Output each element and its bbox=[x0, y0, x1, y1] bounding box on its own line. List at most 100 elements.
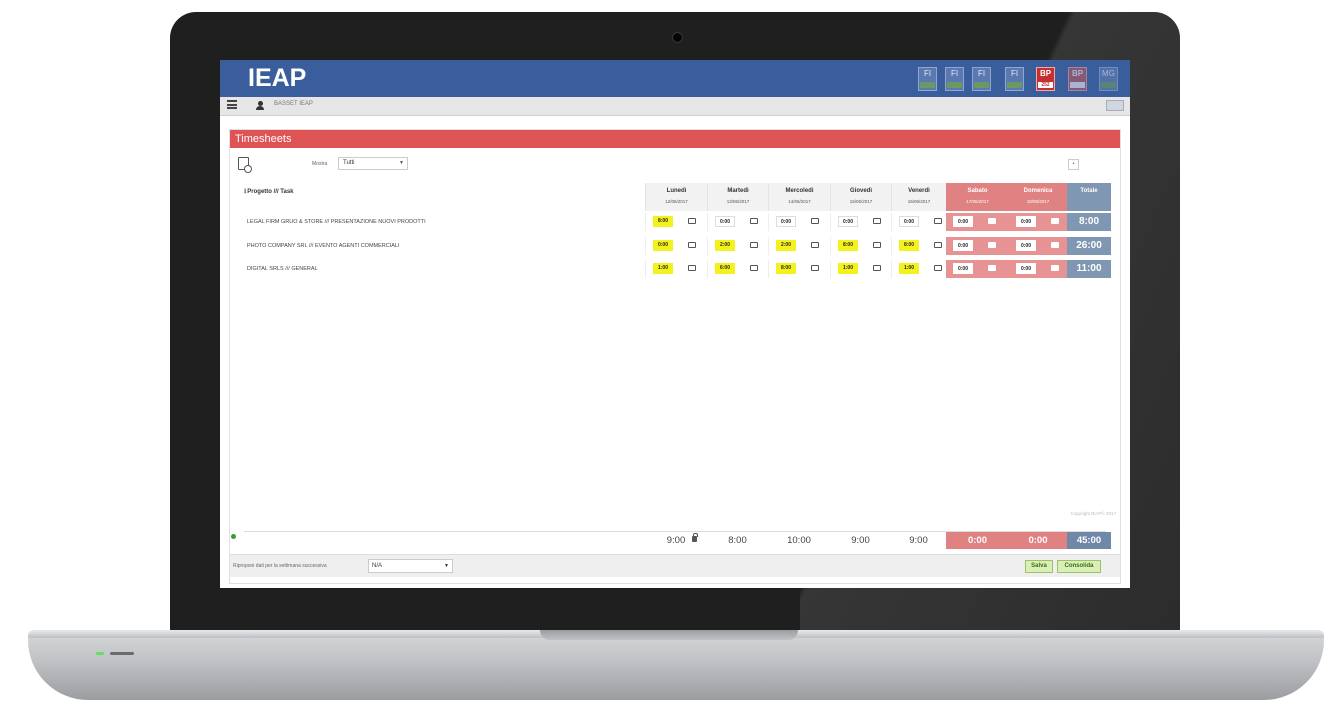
task-row-label: LEGAL FIRM GRUO & STORE /// PRESENTAZION… bbox=[247, 219, 426, 225]
module-label: FI bbox=[977, 69, 986, 78]
user-icon bbox=[256, 101, 264, 111]
grand-total: 45:00 bbox=[1067, 532, 1111, 549]
total-header: Totale bbox=[1067, 183, 1111, 211]
app-title: IEAP bbox=[248, 64, 307, 92]
hours-input[interactable]: 0:00 bbox=[1016, 263, 1036, 274]
day-name: Giovedì bbox=[849, 188, 872, 194]
comment-icon[interactable] bbox=[988, 265, 996, 271]
comment-icon[interactable] bbox=[934, 265, 942, 271]
comment-icon[interactable] bbox=[988, 218, 996, 224]
comment-icon[interactable] bbox=[1051, 265, 1059, 271]
report-icon[interactable] bbox=[238, 157, 252, 173]
module-bar bbox=[920, 82, 935, 88]
hours-input[interactable]: 0:00 bbox=[899, 216, 919, 227]
hours-input[interactable]: 1:00 bbox=[899, 263, 919, 274]
module-bar bbox=[1101, 82, 1116, 88]
comment-icon[interactable] bbox=[873, 218, 881, 224]
module-fi-icon[interactable]: FI bbox=[918, 67, 937, 91]
time-cell: 1:00 bbox=[891, 260, 946, 278]
day-header: Giovedì 15/06/2017 bbox=[830, 183, 891, 211]
time-cell: 0:00 bbox=[830, 213, 891, 231]
comment-icon[interactable] bbox=[688, 265, 696, 271]
filter-select[interactable]: Tutti ▼ bbox=[338, 157, 408, 170]
time-cell: 8:00 bbox=[891, 237, 946, 255]
hours-input[interactable]: 0:00 bbox=[953, 263, 973, 274]
comment-icon[interactable] bbox=[750, 242, 758, 248]
day-total: 10:00 bbox=[787, 535, 811, 546]
user-name[interactable]: BASSET IEAP bbox=[274, 101, 313, 107]
hours-input[interactable]: 8:00 bbox=[838, 240, 858, 251]
day-date: 15/06/2017 bbox=[849, 199, 873, 204]
day-date: 12/06/2017 bbox=[665, 199, 688, 204]
module-label: MG bbox=[1102, 69, 1115, 78]
time-cell: 2:00 bbox=[768, 237, 830, 255]
menu-icon[interactable] bbox=[227, 100, 237, 109]
hours-input[interactable]: 2:00 bbox=[776, 240, 796, 251]
comment-icon[interactable] bbox=[873, 265, 881, 271]
time-cell: 8:00 bbox=[830, 237, 891, 255]
hours-input[interactable]: 0:00 bbox=[653, 240, 673, 251]
hours-input[interactable]: 1:00 bbox=[653, 263, 673, 274]
module-fi-icon[interactable]: FI bbox=[972, 67, 991, 91]
status-led bbox=[110, 652, 134, 655]
time-cell: 0:00 bbox=[1009, 213, 1067, 231]
hours-input[interactable]: 0:00 bbox=[953, 216, 973, 227]
module-fi-icon[interactable]: FI bbox=[1005, 67, 1024, 91]
hours-input[interactable]: 0:00 bbox=[776, 216, 796, 227]
copy-week-label: Riproponi dati per la settimana successi… bbox=[233, 563, 327, 569]
comment-icon[interactable] bbox=[1051, 218, 1059, 224]
comment-icon[interactable] bbox=[688, 242, 696, 248]
time-cell: 1:00 bbox=[830, 260, 891, 278]
comment-icon[interactable] bbox=[873, 242, 881, 248]
hours-input[interactable]: 6:00 bbox=[715, 263, 735, 274]
hours-input[interactable]: 1:00 bbox=[838, 263, 858, 274]
hours-input[interactable]: 0:00 bbox=[1016, 216, 1036, 227]
time-cell: 0:00 bbox=[946, 213, 1009, 231]
module-fi-icon[interactable]: FI bbox=[945, 67, 964, 91]
comment-icon[interactable] bbox=[750, 218, 758, 224]
day-date: 18/06/2017 bbox=[1026, 199, 1050, 204]
comment-icon[interactable] bbox=[934, 218, 942, 224]
comment-icon[interactable] bbox=[988, 242, 996, 248]
module-bp-icon[interactable]: BP 252 bbox=[1036, 67, 1055, 91]
module-bp-icon[interactable]: BP bbox=[1068, 67, 1087, 91]
chevron-down-icon: ▼ bbox=[399, 160, 404, 166]
settings-button[interactable]: • bbox=[1068, 159, 1079, 170]
day-header: Lunedì 12/06/2017 bbox=[645, 183, 707, 211]
row-total: 8:00 bbox=[1067, 213, 1111, 231]
day-date: 14/06/2017 bbox=[788, 199, 811, 204]
comment-icon[interactable] bbox=[811, 242, 819, 248]
task-row-label: DIGITAL SRLS /// GENERAL bbox=[247, 266, 318, 272]
time-cell: 0:00 bbox=[645, 237, 707, 255]
hours-input[interactable]: 8:00 bbox=[899, 240, 919, 251]
time-cell: 8:00 bbox=[645, 213, 707, 231]
hours-input[interactable]: 0:00 bbox=[1016, 240, 1036, 251]
hours-input[interactable]: 0:00 bbox=[838, 216, 858, 227]
row-total: 26:00 bbox=[1067, 237, 1111, 255]
hours-input[interactable]: 2:00 bbox=[715, 240, 735, 251]
time-cell: 2:00 bbox=[707, 237, 768, 255]
panel-title: Timesheets bbox=[230, 130, 1120, 148]
hours-input[interactable]: 0:00 bbox=[953, 240, 973, 251]
comment-icon[interactable] bbox=[811, 265, 819, 271]
hours-input[interactable]: 8:00 bbox=[653, 216, 673, 227]
time-cell: 0:00 bbox=[1009, 260, 1067, 278]
comment-icon[interactable] bbox=[1051, 242, 1059, 248]
day-name: Martedì bbox=[727, 188, 749, 194]
toolbar-toggle-button[interactable] bbox=[1106, 100, 1124, 111]
copy-week-select[interactable]: N/A ▼ bbox=[368, 559, 453, 573]
day-date: 13/06/2017 bbox=[726, 199, 750, 204]
comment-icon[interactable] bbox=[811, 218, 819, 224]
day-header: Sabato 17/06/2017 bbox=[946, 183, 1009, 211]
save-button[interactable]: Salva bbox=[1025, 560, 1053, 573]
module-bar bbox=[947, 82, 962, 88]
hours-input[interactable]: 0:00 bbox=[715, 216, 735, 227]
consolidate-button[interactable]: Consolida bbox=[1057, 560, 1101, 573]
module-mg-icon[interactable]: MG bbox=[1099, 67, 1118, 91]
time-cell: 0:00 bbox=[946, 260, 1009, 278]
module-bar bbox=[974, 82, 989, 88]
hours-input[interactable]: 8:00 bbox=[776, 263, 796, 274]
comment-icon[interactable] bbox=[750, 265, 758, 271]
comment-icon[interactable] bbox=[688, 218, 696, 224]
comment-icon[interactable] bbox=[934, 242, 942, 248]
